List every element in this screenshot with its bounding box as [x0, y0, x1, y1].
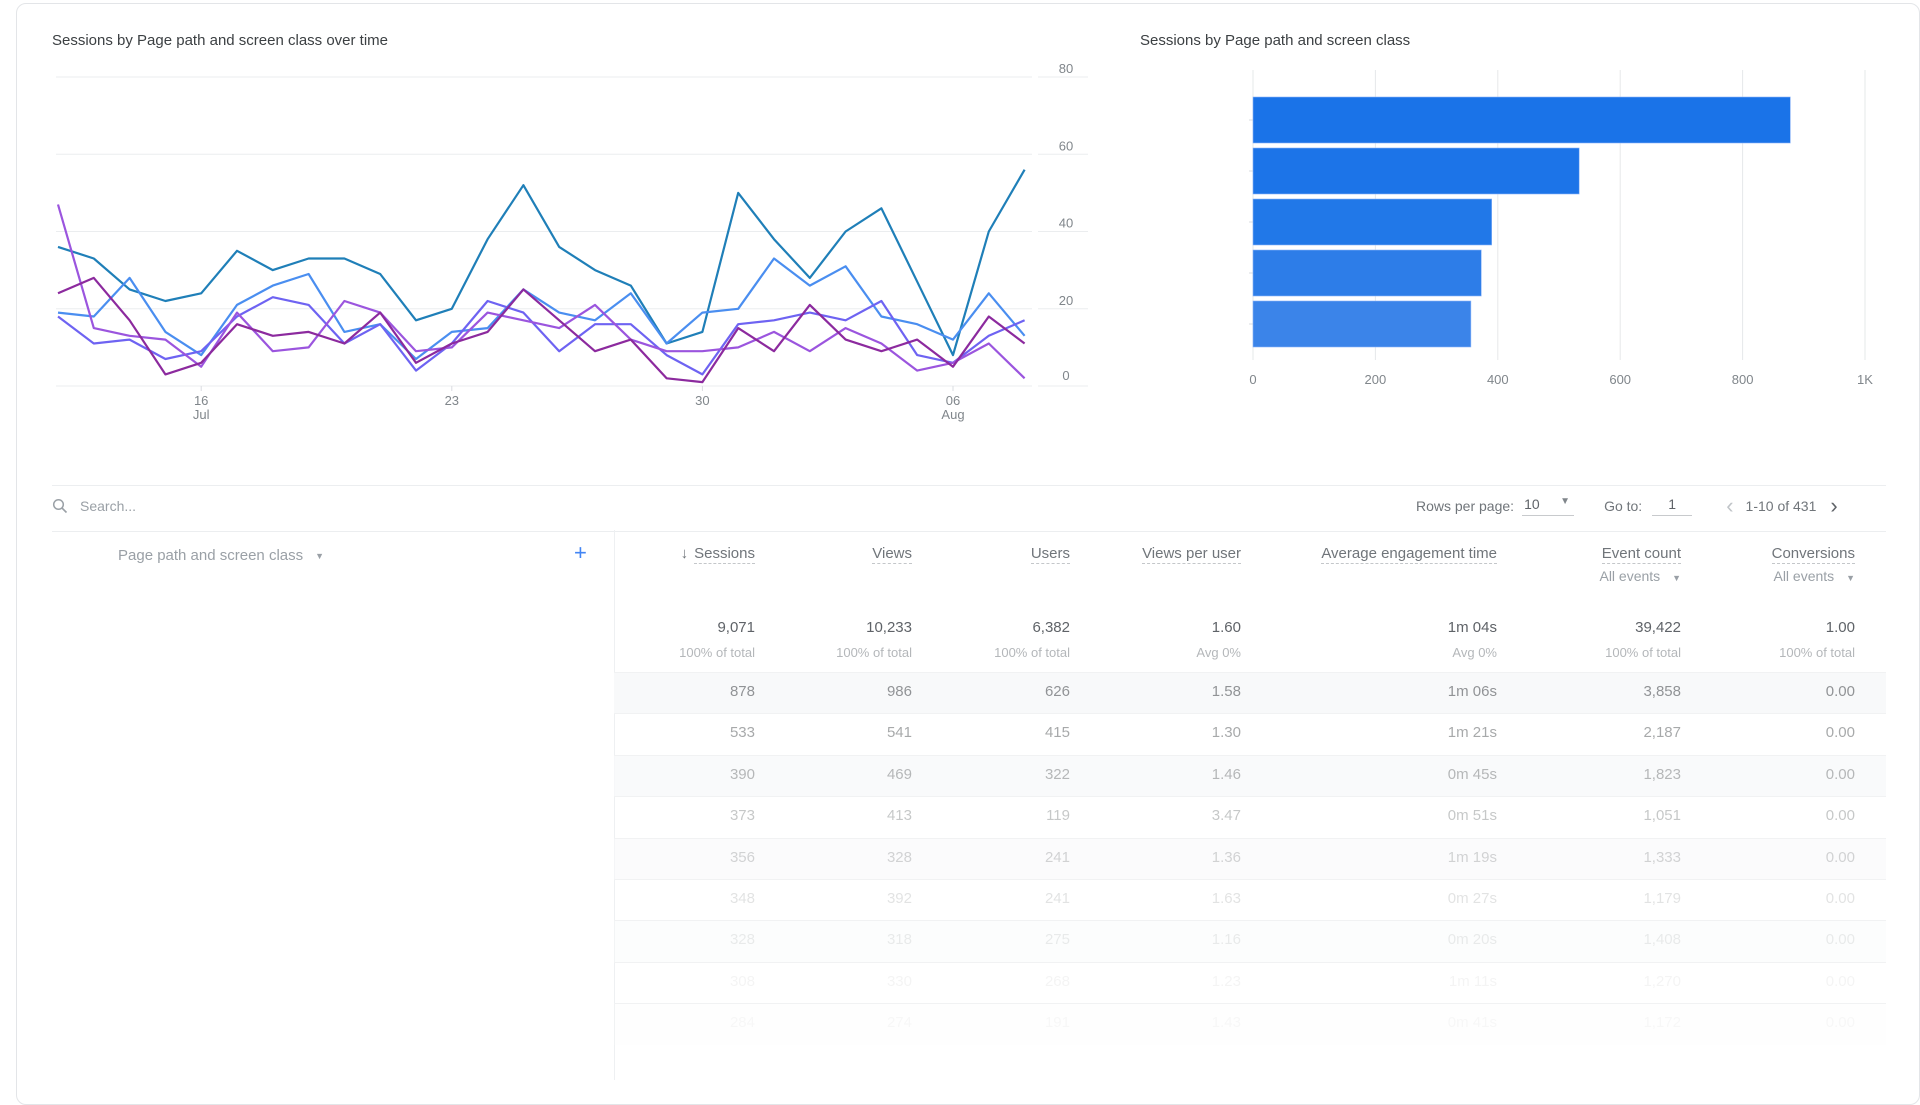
rows-per-page-value: 10 — [1524, 496, 1540, 512]
divider — [52, 531, 1886, 532]
bar — [1252, 300, 1472, 348]
column-header-views-per-user[interactable]: Views per user — [941, 545, 1241, 564]
x-tick-sublabel: Jul — [193, 407, 210, 422]
caret-down-icon: ▼ — [1560, 496, 1571, 507]
x-tick-label: 0 — [1249, 372, 1256, 387]
caret-down-icon: ▼ — [315, 550, 325, 561]
table-cell: 0.00 — [1825, 890, 1855, 907]
dimension-header-label: Page path and screen class — [118, 547, 304, 564]
x-tick-label: 600 — [1609, 372, 1631, 387]
page-range: 1-10 of 431 — [1745, 498, 1817, 514]
bar — [1252, 147, 1580, 195]
x-tick-label: 06 — [946, 393, 960, 408]
x-tick-label: 400 — [1487, 372, 1509, 387]
table-cell: 0.00 — [1555, 1014, 1855, 1031]
goto-label: Go to: — [1604, 498, 1643, 514]
search-box[interactable] — [52, 497, 382, 515]
table-cell: 0.00 — [1825, 931, 1855, 949]
x-tick-label: 23 — [445, 393, 459, 408]
pagination: Rows per page: 10 ▼ Go to: 1 ‹ 1-10 of 4… — [1416, 495, 1838, 517]
caret-down-icon: ▼ — [1846, 573, 1855, 583]
search-icon — [52, 498, 68, 514]
line-series-series-1 — [57, 169, 1026, 357]
table-cell: 1.58 — [1211, 683, 1241, 700]
table-cell: 1.23 — [1211, 972, 1241, 990]
bar-chart: 0 200 400 600 800 1K — [1249, 70, 1873, 387]
goto-input[interactable]: 1 — [1652, 496, 1693, 516]
total-value: 1.60 — [1211, 619, 1241, 636]
search-input[interactable] — [78, 497, 382, 515]
table-cell: 0.00 — [1825, 724, 1855, 742]
table-cell: 0.00 — [1825, 683, 1855, 700]
total-subtitle: Avg 0% — [1196, 645, 1241, 660]
x-tick-label: 800 — [1732, 372, 1754, 387]
prev-page-icon[interactable]: ‹ — [1726, 495, 1733, 517]
rows-per-page-label: Rows per page: — [1416, 498, 1515, 514]
table-cell: 0.00 — [1825, 848, 1855, 866]
x-tick-label: 16 — [194, 393, 208, 408]
y-tick-label: 40 — [1059, 216, 1073, 231]
total-value: 1.00 — [1825, 619, 1855, 636]
metric-filter-value: All events — [1773, 568, 1835, 584]
table-cell: 1.36 — [1211, 848, 1241, 866]
x-tick-label: 200 — [1365, 372, 1387, 387]
x-tick-sublabel: Aug — [941, 407, 964, 422]
table-cell: 1.46 — [1211, 765, 1241, 783]
y-tick-label: 60 — [1059, 138, 1073, 153]
total-subtitle: 100% of total — [1779, 645, 1855, 660]
line-series-series-5 — [57, 276, 1026, 384]
table-cell: 1.43 — [941, 1014, 1241, 1031]
bar — [1252, 249, 1482, 297]
table-cell: 0.00 — [1825, 807, 1855, 825]
column-header-conversions[interactable]: Conversions All events ▼ — [1555, 545, 1855, 584]
divider — [52, 485, 1886, 486]
bar — [1252, 198, 1492, 246]
column-header-label: Conversions — [1771, 545, 1855, 564]
y-tick-label: 20 — [1059, 293, 1073, 308]
y-tick-label: 0 — [1062, 368, 1069, 383]
table-cell: 0.00 — [1825, 972, 1855, 990]
x-tick-label: 1K — [1857, 372, 1873, 387]
y-tick-label: 80 — [1059, 61, 1073, 76]
table-cell: 3.47 — [1211, 807, 1241, 825]
dimension-header[interactable]: Page path and screen class ▼ — [118, 547, 324, 564]
next-page-icon[interactable]: › — [1830, 495, 1837, 517]
table-cell: 1.30 — [1211, 724, 1241, 742]
table-cell: 1.63 — [1211, 890, 1241, 907]
bar — [1252, 96, 1791, 144]
table-cell: 1.16 — [1211, 931, 1241, 949]
table-cell: 0.00 — [1825, 765, 1855, 783]
x-tick-label: 30 — [695, 393, 709, 408]
line-chart: 0 20 40 60 80 16Jul 23 30 06Aug — [56, 61, 1088, 422]
metric-filter-select[interactable]: All events ▼ — [1555, 568, 1855, 584]
rows-per-page-select[interactable]: 10 ▼ — [1522, 496, 1575, 516]
